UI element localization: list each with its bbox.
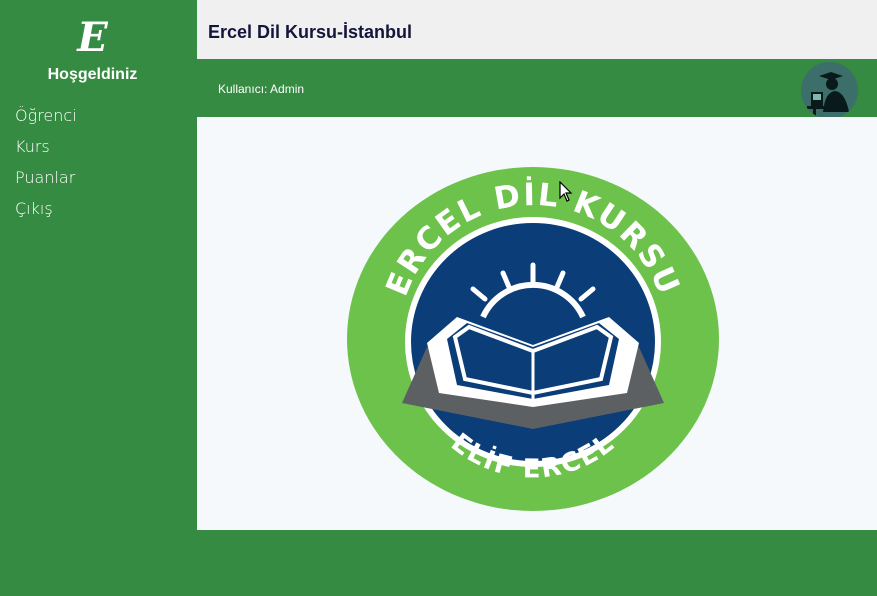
page-title: Ercel Dil Kursu-İstanbul bbox=[208, 22, 413, 42]
sidebar: E Hoşgeldiniz Öğrenci Kurs Puanlar Çıkış bbox=[0, 0, 197, 596]
welcome-text: Hoşgeldiniz bbox=[47, 66, 138, 83]
main-content: ERCEL DİL KURSU ELİF ERCEL bbox=[197, 117, 877, 530]
sidebar-item-puanlar[interactable]: Puanlar bbox=[15, 167, 77, 198]
course-emblem: ERCEL DİL KURSU ELİF ERCEL bbox=[347, 167, 719, 516]
sidebar-nav: Öğrenci Kurs Puanlar Çıkış bbox=[15, 105, 77, 229]
user-label: Kullanıcı: Admin bbox=[218, 82, 305, 96]
sidebar-item-ogrenci[interactable]: Öğrenci bbox=[15, 105, 77, 136]
sidebar-item-cikis[interactable]: Çıkış bbox=[15, 198, 77, 229]
top-header: Ercel Dil Kursu-İstanbul bbox=[197, 0, 877, 59]
user-bar: Kullanıcı: Admin bbox=[197, 59, 877, 119]
brand-logo: E bbox=[77, 14, 108, 61]
cursor-arrow-icon bbox=[559, 180, 573, 207]
avatar-graduate-icon[interactable] bbox=[801, 62, 858, 119]
sidebar-item-kurs[interactable]: Kurs bbox=[15, 136, 77, 167]
